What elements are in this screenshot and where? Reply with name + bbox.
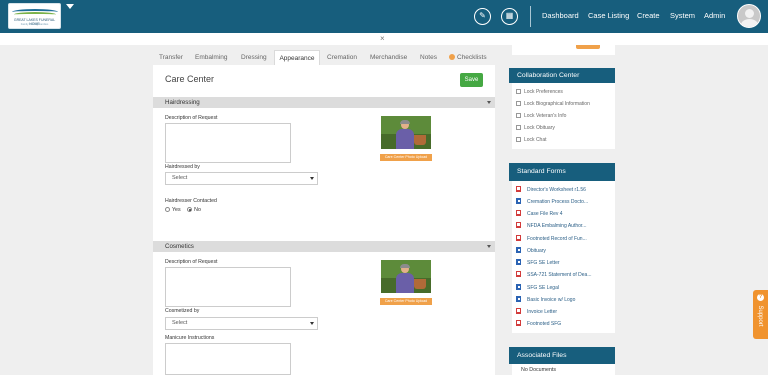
collapse-bar: × [0, 33, 768, 45]
collapse-caret-icon [487, 245, 491, 248]
tab-embalming[interactable]: Embalming [195, 50, 228, 65]
tab-checklists-label: Checklists [457, 54, 487, 61]
collaboration-center-header: Collaboration Center [509, 68, 615, 83]
radio-yes-label: Yes [172, 207, 181, 213]
form-link[interactable]: Obituary [516, 247, 546, 255]
hair-description-label: Description of Request [165, 115, 218, 121]
no-documents-text: No Documents [521, 367, 557, 373]
cosmetized-select-value: Select [172, 320, 188, 326]
lock-veterans-checkbox[interactable]: Lock Veteran's Info [516, 113, 566, 120]
doc-icon [516, 296, 521, 302]
cosmetics-heading: Cosmetics [165, 243, 194, 250]
radio-yes[interactable] [165, 207, 170, 212]
form-link[interactable]: Footnoted Record of Fun... [516, 235, 587, 243]
cosmetics-photo[interactable] [381, 260, 431, 293]
hairdresser-contacted-label: Hairdresser Contacted [165, 198, 217, 204]
nav-divider [530, 6, 531, 27]
pdf-icon [516, 222, 521, 228]
cosmetics-description-label: Description of Request [165, 259, 218, 265]
pdf-icon [516, 186, 521, 192]
page-title: Care Center [165, 74, 215, 84]
top-nav-bar: GREAT LAKES FUNERAL HOME Family Serving … [0, 0, 768, 33]
nav-create[interactable]: Create [637, 11, 660, 21]
form-link[interactable]: Director's Worksheet r1.56 [516, 186, 586, 194]
lock-preferences-checkbox[interactable]: Lock Preferences [516, 89, 563, 96]
hairdresser-contacted-radios: Yes No [165, 207, 201, 214]
hair-description-textarea[interactable] [165, 123, 291, 163]
chat-icon[interactable]: ✎ [474, 8, 491, 25]
nav-dashboard[interactable]: Dashboard [542, 11, 579, 21]
lock-obituary-checkbox[interactable]: Lock Obituary [516, 125, 555, 132]
form-link[interactable]: SFG SE Letter [516, 259, 560, 267]
support-label: Support [757, 305, 763, 327]
sidebar-top-button[interactable] [576, 45, 600, 49]
nav-system[interactable]: System [670, 11, 695, 21]
logo-subtitle: Family Serving Families [20, 23, 49, 26]
funeral-home-logo[interactable]: GREAT LAKES FUNERAL HOME Family Serving … [8, 3, 61, 29]
collapse-caret-icon [487, 101, 491, 104]
cosmetics-photo-upload-button[interactable]: Care Center Photo Upload [380, 298, 432, 305]
manicure-textarea[interactable] [165, 343, 291, 375]
cosmetics-description-textarea[interactable] [165, 267, 291, 307]
hair-photo-upload-button[interactable]: Care Center Photo Upload [380, 154, 432, 161]
logo-dropdown-caret-icon[interactable] [66, 4, 74, 9]
user-avatar[interactable] [737, 4, 761, 28]
avatar-head [745, 9, 754, 18]
tab-transfer[interactable]: Transfer [159, 50, 183, 65]
chevron-down-icon [310, 177, 314, 180]
hairdresser-select-value: Select [172, 175, 188, 181]
doc-icon [516, 259, 521, 265]
form-link[interactable]: SSA-721 Statement of Dea... [516, 271, 591, 279]
hair-photo[interactable] [381, 116, 431, 149]
tab-notes[interactable]: Notes [420, 50, 437, 65]
checklist-alert-icon [449, 54, 455, 60]
close-icon[interactable]: × [380, 34, 385, 44]
support-tab[interactable]: ? Support [753, 290, 768, 339]
pdf-icon [516, 308, 521, 314]
tab-cremation[interactable]: Cremation [327, 50, 357, 65]
associated-files-header: Associated Files [509, 347, 615, 364]
form-link[interactable]: NFDA Embalming Author... [516, 222, 586, 230]
doc-icon [516, 247, 521, 253]
pdf-icon [516, 320, 521, 326]
calendar-icon[interactable]: ▦ [501, 8, 518, 25]
cosmetics-section-header[interactable]: Cosmetics [153, 241, 495, 252]
doc-icon [516, 284, 521, 290]
logo-swoosh-green [14, 12, 56, 17]
radio-no-label: No [194, 207, 201, 213]
form-link[interactable]: Basic Invoice w/ Logo [516, 296, 575, 304]
save-button[interactable]: Save [460, 73, 483, 87]
form-link[interactable]: Cremation Process Docto... [516, 198, 588, 206]
nav-admin[interactable]: Admin [704, 11, 725, 21]
hairdressing-section-header[interactable]: Hairdressing [153, 97, 495, 108]
radio-no[interactable] [187, 207, 193, 212]
chevron-down-icon [310, 322, 314, 325]
form-link[interactable]: Invoice Letter [516, 308, 557, 316]
cosmetized-select[interactable]: Select [165, 317, 318, 330]
tab-appearance[interactable]: Appearance [274, 50, 320, 65]
pdf-icon [516, 271, 521, 277]
tab-merchandise[interactable]: Merchandise [370, 50, 407, 65]
nav-case-listing[interactable]: Case Listing [588, 11, 629, 21]
avatar-body [741, 19, 758, 27]
hairdresser-label: Hairdressed by [165, 164, 200, 170]
tab-checklists[interactable]: Checklists [449, 50, 487, 65]
hairdresser-select[interactable]: Select [165, 172, 318, 185]
pdf-icon [516, 210, 521, 216]
tab-dressing[interactable]: Dressing [241, 50, 267, 65]
manicure-label: Manicure Instructions [165, 335, 215, 341]
form-link[interactable]: SFG SE Legal [516, 284, 559, 292]
pdf-icon [516, 235, 521, 241]
lock-chat-checkbox[interactable]: Lock Chat [516, 137, 547, 144]
cosmetized-label: Cosmetized by [165, 308, 200, 314]
hairdressing-heading: Hairdressing [165, 99, 200, 106]
doc-icon [516, 198, 521, 204]
form-link[interactable]: Case File Rev 4 [516, 210, 563, 218]
form-link[interactable]: Footnoted SFG [516, 320, 561, 328]
standard-forms-header: Standard Forms [509, 163, 615, 181]
lock-biographical-checkbox[interactable]: Lock Biographical Information [516, 101, 590, 108]
